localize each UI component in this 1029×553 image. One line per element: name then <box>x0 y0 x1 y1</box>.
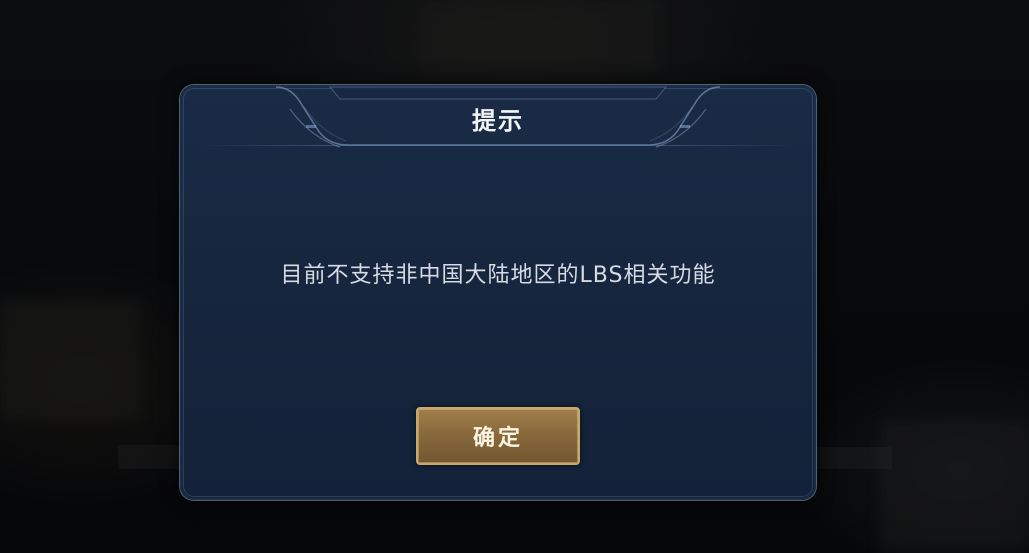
dialog-title: 提示 <box>472 107 524 135</box>
dialog-message: 目前不支持非中国大陆地区的LBS相关功能 <box>280 263 716 288</box>
header-divider <box>200 145 796 146</box>
confirm-button[interactable]: 确定 <box>416 407 580 465</box>
alert-dialog: 提示 目前不支持非中国大陆地区的LBS相关功能 确定 <box>180 85 816 500</box>
